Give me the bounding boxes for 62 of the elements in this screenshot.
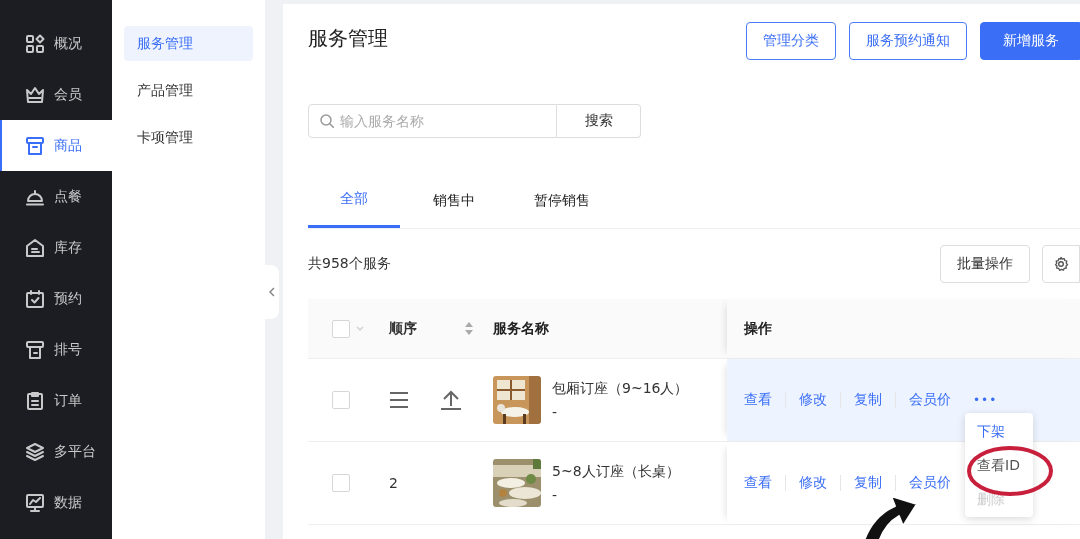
- layers-icon: [25, 441, 45, 462]
- service-name: 5~8人订座（长桌）: [552, 463, 680, 481]
- service-name: 包厢订座（9~16人）: [552, 380, 689, 398]
- collapse-handle[interactable]: [265, 265, 279, 319]
- search-button[interactable]: 搜索: [557, 104, 641, 138]
- checkbox[interactable]: [332, 474, 350, 492]
- tab[interactable]: 销售中: [400, 173, 508, 228]
- calendar-check-icon: [25, 288, 45, 309]
- box-icon: [25, 135, 45, 156]
- nav-item[interactable]: 订单: [0, 375, 112, 426]
- action-button[interactable]: 服务预约通知: [849, 22, 967, 60]
- chart-screen-icon: [25, 492, 45, 513]
- checkbox[interactable]: [332, 319, 350, 338]
- chevron-left-icon: [268, 286, 276, 298]
- submenu-item[interactable]: 服务管理: [124, 26, 253, 61]
- column-header: 操作: [744, 319, 772, 338]
- grid-icon: [25, 33, 45, 54]
- nav-item[interactable]: 商品: [0, 120, 112, 171]
- action-link[interactable]: 会员价: [909, 391, 951, 409]
- menu-item[interactable]: 下架: [977, 417, 1005, 445]
- action-link[interactable]: 会员价: [909, 474, 951, 492]
- submenu-item[interactable]: 卡项管理: [124, 120, 253, 155]
- submenu-item[interactable]: 产品管理: [124, 73, 253, 108]
- sort-icon: [465, 322, 473, 335]
- action-link[interactable]: 修改: [799, 391, 827, 409]
- pin-top-icon: [441, 390, 461, 410]
- nav-item[interactable]: 预约: [0, 273, 112, 324]
- column-header: 服务名称: [493, 319, 549, 338]
- search-field[interactable]: 输入服务名称: [308, 104, 557, 138]
- bulk-button[interactable]: 批量操作: [940, 245, 1030, 283]
- action-link[interactable]: 复制: [854, 391, 882, 409]
- nav-item[interactable]: 库存: [0, 222, 112, 273]
- nav-item[interactable]: 点餐: [0, 171, 112, 222]
- page-title: 服务管理: [308, 24, 388, 52]
- nav-item[interactable]: 排号: [0, 324, 112, 375]
- more-button[interactable]: •••: [973, 393, 998, 407]
- action-button[interactable]: 管理分类: [746, 22, 836, 60]
- action-link[interactable]: 查看: [744, 391, 772, 409]
- service-subtitle: -: [552, 487, 559, 503]
- nav-item[interactable]: 数据: [0, 477, 112, 528]
- action-link[interactable]: 查看: [744, 474, 772, 492]
- nav-item[interactable]: 概况: [0, 18, 112, 69]
- checkbox[interactable]: [332, 391, 350, 409]
- clipboard-icon: [25, 390, 45, 411]
- nav-item[interactable]: 会员: [0, 69, 112, 120]
- settings-icon: [1053, 256, 1069, 272]
- caret-icon: [356, 326, 364, 331]
- crown-icon: [25, 84, 45, 105]
- ticket-icon: [25, 339, 45, 360]
- drag-handle-icon: [389, 391, 409, 409]
- item-count: 共958个服务: [308, 255, 391, 273]
- action-link[interactable]: 复制: [854, 474, 882, 492]
- tab[interactable]: 暂停销售: [508, 173, 616, 228]
- settings-button[interactable]: [1042, 245, 1080, 283]
- service-subtitle: -: [552, 404, 559, 420]
- action-link[interactable]: 修改: [799, 474, 827, 492]
- warehouse-icon: [25, 237, 45, 258]
- table-cell: 2: [389, 475, 398, 491]
- tab[interactable]: 全部: [308, 173, 400, 228]
- nav-item[interactable]: 多平台: [0, 426, 112, 477]
- column-header: 顺序: [389, 319, 417, 338]
- add-button[interactable]: 新增服务: [980, 22, 1080, 60]
